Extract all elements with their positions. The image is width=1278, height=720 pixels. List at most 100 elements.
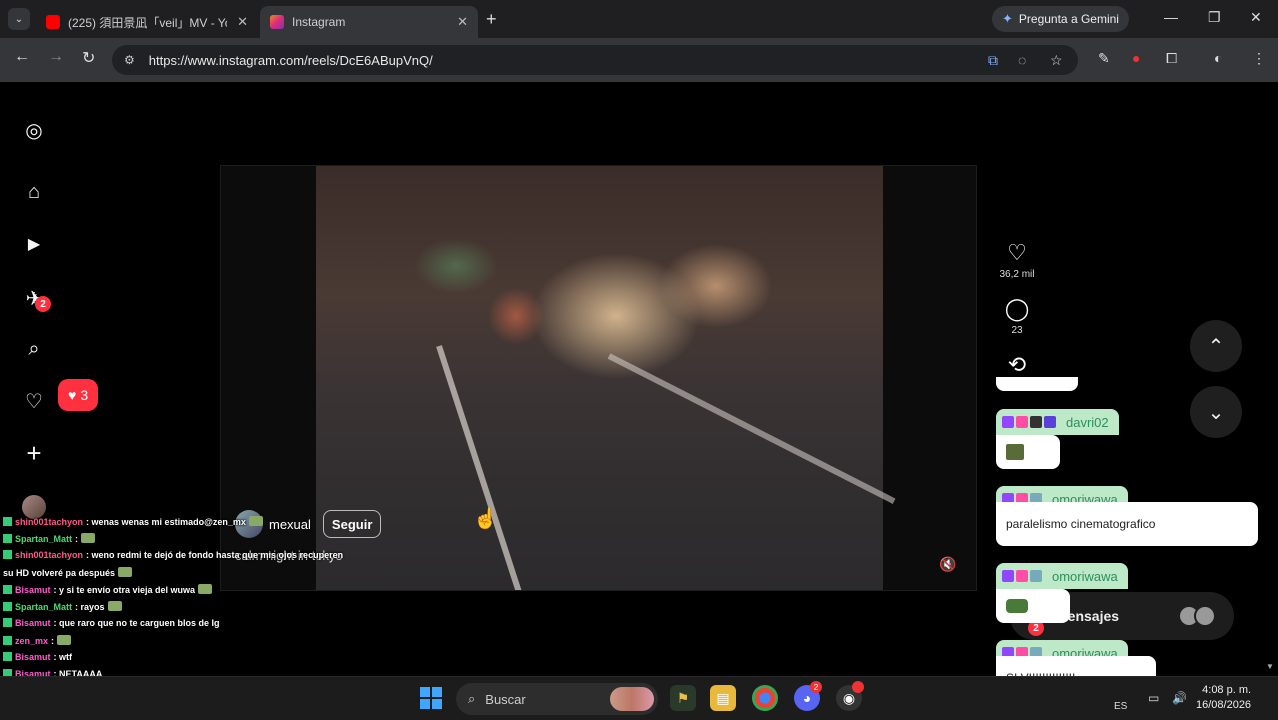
url-text: https://www.instagram.com/reels/DcE6ABup… <box>148 52 433 68</box>
close-tab-icon[interactable]: ✕ <box>227 14 248 30</box>
taskbar-search[interactable]: ⌕ Buscar <box>456 683 658 715</box>
gemini-label: Pregunta a Gemini <box>1018 12 1119 26</box>
chat-card-header: omoriwawa <box>996 563 1128 589</box>
screen: ⌄ (225) 須田景凪「veil」MV - YouTu ✕ Instagram… <box>0 0 1278 720</box>
chat-line: zen_mx: <box>3 635 72 646</box>
heart-icon: ♥ <box>68 387 77 403</box>
chat-emote <box>1006 599 1028 613</box>
comment-icon[interactable]: ◯ <box>996 296 1038 322</box>
clock[interactable]: 4:08 p. m. 16/08/2026 <box>1196 683 1251 713</box>
forward-button[interactable]: → <box>48 48 64 66</box>
search-highlight-image <box>610 687 654 711</box>
file-explorer-icon[interactable]: ▤ <box>710 685 736 711</box>
chat-username: Spartan_Matt <box>15 602 73 612</box>
chat-badge-icon <box>3 585 12 594</box>
instagram-favicon-icon <box>270 15 284 29</box>
like-count: 36,2 mil <box>999 269 1035 280</box>
new-tab-button[interactable]: + <box>486 9 497 30</box>
gemini-icon: ✦ <box>1002 11 1013 26</box>
chat-username: Spartan_Matt <box>15 534 73 544</box>
chat-emote <box>1006 444 1024 460</box>
chat-username: shin001tachyon <box>15 517 84 527</box>
mute-icon[interactable]: 🔇 <box>939 556 956 573</box>
create-icon[interactable]: + <box>22 438 46 468</box>
chat-message: : y si te envío otra vieja del wuwa <box>53 585 196 595</box>
previous-reel-button[interactable]: ⌃ <box>1190 320 1242 372</box>
chat-message: : <box>51 636 55 646</box>
address-bar[interactable]: ⚙ https://www.instagram.com/reels/DcE6AB… <box>112 45 1078 75</box>
tab-youtube[interactable]: (225) 須田景凪「veil」MV - YouTu ✕ <box>36 6 258 38</box>
minimize-button[interactable]: — <box>1164 9 1178 25</box>
tracking-protection-icon[interactable]: ◌ <box>1018 52 1026 68</box>
close-window-button[interactable]: ✕ <box>1250 9 1262 26</box>
chat-username: davri02 <box>1066 414 1109 430</box>
chat-line: Bisamut: que raro que no te carguen blos… <box>3 618 220 628</box>
chat-badge-icon <box>3 517 12 526</box>
reel-actions: ♡ 36,2 mil ◯ 23 ⟲ <box>996 240 1038 378</box>
chat-username: Bisamut <box>15 618 51 628</box>
search-icon: ⌕ <box>468 691 476 706</box>
record-extension-icon[interactable]: ● <box>1132 50 1140 66</box>
scroll-down-arrow-icon[interactable]: ▼ <box>1266 662 1274 671</box>
chat-card-message <box>996 589 1070 623</box>
volume-icon[interactable]: 🔊 <box>1172 691 1187 705</box>
restore-button[interactable]: ❐ <box>1208 9 1221 26</box>
home-icon[interactable]: ⌂ <box>22 180 46 204</box>
reload-button[interactable]: ↻ <box>82 48 95 68</box>
windows-start-icon[interactable] <box>420 687 442 709</box>
comment-count: 23 <box>1011 325 1023 336</box>
language-indicator[interactable]: ES <box>1114 701 1127 712</box>
bookmark-star-icon[interactable]: ☆ <box>1050 52 1063 69</box>
reel-video[interactable] <box>316 166 896 590</box>
chrome-icon[interactable] <box>752 685 778 711</box>
messages-avatars <box>1178 605 1216 627</box>
back-button[interactable]: ← <box>14 48 30 66</box>
chat-line: Spartan_Matt: rayos <box>3 601 122 612</box>
install-app-icon[interactable]: ⧉ <box>988 52 998 69</box>
gemini-button[interactable]: ✦ Pregunta a Gemini <box>992 6 1129 32</box>
chat-badge-icon <box>3 550 12 559</box>
chat-emote <box>107 601 122 611</box>
search-icon[interactable]: ⌕ <box>22 337 46 361</box>
extensions-puzzle-icon[interactable]: ⧠ <box>1166 50 1177 67</box>
chat-card-message: paralelismo cinematografico <box>996 502 1258 546</box>
chat-emote <box>198 584 213 594</box>
app-icon[interactable]: ⚑ <box>670 685 696 711</box>
profile-avatar[interactable]: ◐ <box>1214 50 1222 66</box>
notifications-icon[interactable]: ♡ <box>22 389 46 413</box>
network-icon[interactable]: ▭ <box>1148 691 1159 705</box>
site-settings-icon[interactable]: ⚙ <box>124 53 135 67</box>
close-tab-icon[interactable]: ✕ <box>447 14 468 30</box>
chat-card-message <box>996 435 1060 469</box>
clock-date: 16/08/2026 <box>1196 699 1252 711</box>
reels-icon[interactable]: ▶ <box>22 232 46 256</box>
chat-username: Bisamut <box>15 585 51 595</box>
instagram-logo-icon[interactable]: ◎ <box>22 118 46 142</box>
messages-badge: 2 <box>35 296 51 312</box>
chat-emote <box>118 567 133 577</box>
chat-line: Spartan_Matt: <box>3 533 96 544</box>
browser-menu-icon[interactable]: ⋮ <box>1252 50 1266 67</box>
next-reel-button[interactable]: ⌄ <box>1190 386 1242 438</box>
chat-line: shin001tachyon: wenas wenas mi estimado@… <box>3 516 263 527</box>
chat-line: Bisamut: y si te envío otra vieja del wu… <box>3 584 213 595</box>
repost-icon[interactable]: ⟲ <box>996 352 1038 378</box>
chat-emote <box>81 533 96 543</box>
chat-badge-icon <box>3 636 12 645</box>
tab-search-button[interactable]: ⌄ <box>8 8 30 30</box>
tab-instagram[interactable]: Instagram ✕ <box>260 6 478 38</box>
chat-username: zen_mx <box>15 636 49 646</box>
notification-count-pill[interactable]: ♥ 3 <box>58 379 99 411</box>
notification-count: 3 <box>80 387 89 403</box>
extension-icon[interactable]: ✎ <box>1098 50 1110 67</box>
author-name[interactable]: mexual <box>269 517 311 532</box>
chat-message: : weno redmi te dejó de fondo hasta que … <box>86 550 344 560</box>
chat-username: omoriwawa <box>1052 568 1118 584</box>
reel-container[interactable]: mexual Seguir calm night in tokyo ☝ 🔇 <box>220 165 977 591</box>
clock-time: 4:08 p. m. <box>1202 684 1252 696</box>
discord-badge: 2 <box>810 681 822 693</box>
youtube-favicon-icon <box>46 15 60 29</box>
follow-button[interactable]: Seguir <box>322 510 382 538</box>
tab-title: Instagram <box>292 15 346 29</box>
like-icon[interactable]: ♡ <box>996 240 1038 266</box>
